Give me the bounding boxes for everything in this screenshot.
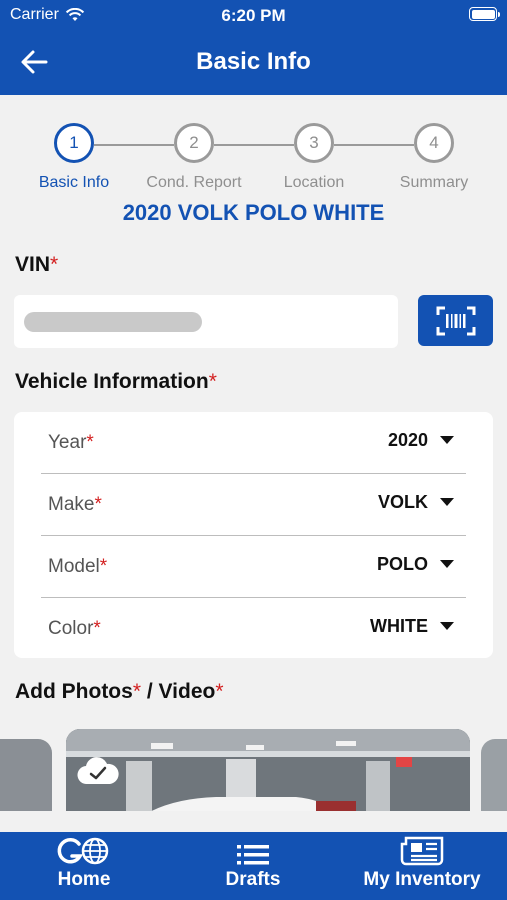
year-select[interactable]: Year* 2020: [41, 412, 466, 474]
parking-garage-photo: [66, 729, 470, 811]
tab-label: Drafts: [225, 869, 281, 890]
vehicle-title: 2020 VOLK POLO WHITE: [122, 200, 385, 225]
field-label: Make*: [48, 494, 102, 516]
vehicle-info-label: Vehicle Information*: [15, 370, 217, 394]
make-label: Make: [48, 494, 95, 515]
required-mark: *: [132, 680, 142, 703]
add-media-label: Add Photos* / Video*: [15, 680, 224, 704]
bottom-tab-bar: Home Drafts My Inventory: [0, 832, 507, 900]
required-mark: *: [94, 494, 102, 515]
tab-label: Home: [57, 869, 111, 890]
field-label: Color*: [48, 618, 101, 640]
status-bar: Carrier 6:20 PM: [0, 0, 507, 32]
photo-thumbnail[interactable]: [0, 739, 52, 811]
field-label: Year*: [48, 432, 94, 454]
photo-thumbnail[interactable]: [66, 729, 470, 811]
model-select[interactable]: Model* POLO: [41, 536, 466, 598]
vehicle-info-card: Year* 2020 Make* VOLK Model* POLO Color*…: [14, 412, 493, 658]
cloud-check-icon: [77, 757, 119, 785]
color-label: Color: [48, 618, 94, 639]
required-mark: *: [215, 680, 224, 703]
step-number: 4: [414, 123, 454, 163]
dropdown-caret-icon: [440, 560, 454, 568]
make-value: VOLK: [377, 492, 428, 512]
photo-carousel[interactable]: [0, 727, 507, 811]
battery-icon: [469, 7, 500, 21]
required-mark: *: [50, 253, 59, 276]
tab-home[interactable]: Home: [34, 832, 134, 900]
year-value: 2020: [387, 430, 428, 450]
step-number: 1: [54, 123, 94, 163]
year-label: Year: [48, 432, 87, 453]
required-mark: *: [86, 432, 94, 453]
vin-label: VIN*: [15, 253, 58, 277]
dropdown-caret-icon: [440, 498, 454, 506]
dropdown-caret-icon: [440, 436, 454, 444]
list-icon: [237, 845, 269, 865]
required-mark: *: [93, 618, 101, 639]
make-select[interactable]: Make* VOLK: [41, 474, 466, 536]
step-label: Summary: [399, 174, 469, 191]
video-label: Video: [158, 680, 216, 703]
vehicle-info-label-text: Vehicle Information: [15, 370, 209, 393]
model-label: Model: [48, 556, 100, 577]
scan-vin-button[interactable]: [418, 295, 493, 346]
vin-input[interactable]: [14, 295, 398, 348]
newspaper-icon: [400, 836, 444, 866]
vin-value-redacted: [24, 312, 202, 332]
tab-drafts[interactable]: Drafts: [203, 832, 303, 900]
tab-my-inventory[interactable]: My Inventory: [352, 832, 492, 900]
photo-thumbnail[interactable]: [481, 739, 507, 811]
app-header: Carrier 6:20 PM Basic Info: [0, 0, 507, 95]
media-separator: /: [141, 680, 159, 703]
required-mark: *: [208, 370, 217, 393]
color-value: WHITE: [370, 616, 428, 636]
step-number: 2: [174, 123, 214, 163]
status-time: 6:20 PM: [221, 6, 286, 25]
barcode-scan-icon: [436, 306, 475, 335]
photos-label: Add Photos: [15, 680, 133, 703]
go-globe-icon: [57, 837, 109, 865]
tab-label: My Inventory: [363, 869, 481, 890]
step-summary[interactable]: 4 Summary: [359, 123, 507, 192]
model-value: POLO: [376, 554, 428, 574]
color-select[interactable]: Color* WHITE: [41, 598, 466, 660]
progress-stepper: 1 Basic Info 2 Cond. Report 3 Location 4…: [0, 123, 507, 193]
dropdown-caret-icon: [440, 622, 454, 630]
page-title: Basic Info: [196, 48, 311, 75]
step-number: 3: [294, 123, 334, 163]
field-label: Model*: [48, 556, 107, 578]
vin-label-text: VIN: [15, 253, 51, 276]
required-mark: *: [99, 556, 108, 577]
